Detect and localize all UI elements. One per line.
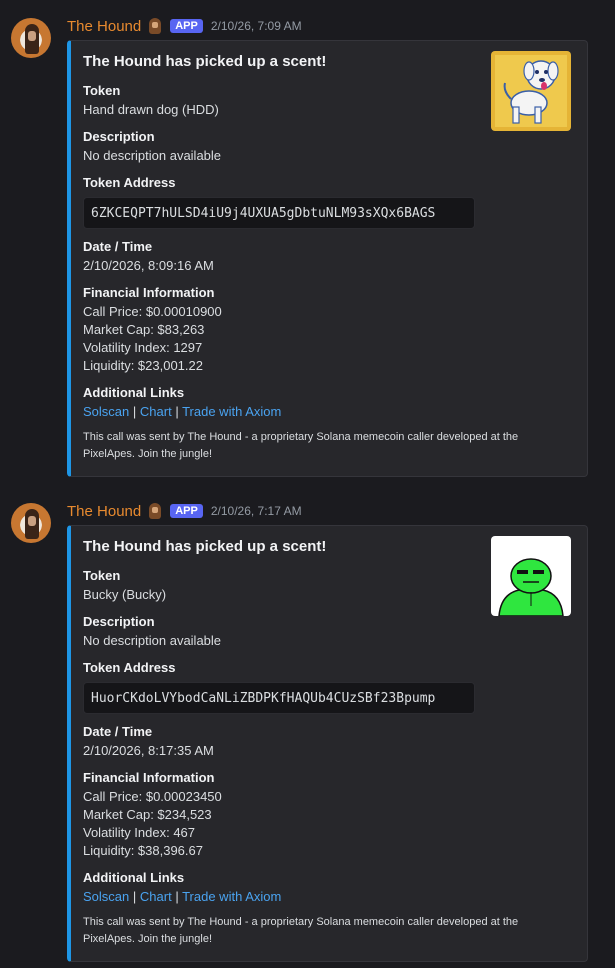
link-separator: |: [175, 404, 179, 419]
embed-footer: This call was sent by The Hound - a prop…: [83, 431, 519, 460]
links-row: Solscan | Chart | Trade with Axiom: [83, 404, 281, 419]
username[interactable]: The Hound: [67, 503, 141, 520]
trade-axiom-link[interactable]: Trade with Axiom: [182, 889, 281, 904]
embed-title: The Hound has picked up a scent!: [83, 538, 327, 555]
avatar[interactable]: [11, 18, 51, 58]
message-header: The Hound APP 2/10/26, 7:09 AM: [67, 15, 302, 37]
timestamp[interactable]: 2/10/26, 7:09 AM: [211, 19, 302, 33]
ape-emoji-icon: [146, 502, 164, 520]
link-separator: |: [132, 404, 137, 419]
dog-drawing-thumbnail[interactable]: [491, 51, 571, 131]
field-address-label: Token Address: [83, 175, 176, 190]
field-financial-label: Financial Information: [83, 770, 215, 785]
token-address-code[interactable]: 6ZKCEQPT7hULSD4iU9j4UXUA5gDbtuNLM93sXQx6…: [83, 197, 475, 229]
chart-link[interactable]: Chart: [140, 404, 172, 419]
field-date-value: 2/10/2026, 8:17:35 AM: [83, 743, 214, 758]
link-separator: |: [175, 889, 179, 904]
embed-card: The Hound has picked up a scent! Token B…: [67, 525, 588, 962]
field-description-value: No description available: [83, 148, 222, 163]
chart-link[interactable]: Chart: [140, 889, 172, 904]
trade-axiom-link[interactable]: Trade with Axiom: [182, 404, 281, 419]
app-badge: APP: [170, 504, 203, 518]
links-row: Solscan | Chart | Trade with Axiom: [83, 889, 281, 904]
link-separator: |: [132, 889, 137, 904]
timestamp[interactable]: 2/10/26, 7:17 AM: [211, 504, 302, 518]
embed-footer: This call was sent by The Hound - a prop…: [83, 916, 519, 945]
field-links-label: Additional Links: [83, 385, 185, 400]
volatility-index: Volatility Index: 1297: [83, 340, 203, 355]
field-description-label: Description: [83, 614, 155, 629]
username[interactable]: The Hound: [67, 18, 141, 35]
green-frog-thumbnail[interactable]: [491, 536, 571, 616]
avatar[interactable]: [11, 503, 51, 543]
ape-emoji-icon: [146, 17, 164, 35]
embed-title: The Hound has picked up a scent!: [83, 53, 327, 70]
field-date-label: Date / Time: [83, 724, 153, 739]
call-price: Call Price: $0.00010900: [83, 304, 222, 319]
app-badge: APP: [170, 19, 203, 33]
solscan-link[interactable]: Solscan: [83, 889, 129, 904]
field-token-label: Token: [83, 83, 121, 98]
field-date-value: 2/10/2026, 8:09:16 AM: [83, 258, 214, 273]
field-token-value: Hand drawn dog (HDD): [83, 102, 219, 117]
token-address-code[interactable]: HuorCKdoLVYbodCaNLiZBDPKfHAQUb4CUzSBf23B…: [83, 682, 475, 714]
embed-card: The Hound has picked up a scent! Token H…: [67, 40, 588, 477]
message-header: The Hound APP 2/10/26, 7:17 AM: [67, 500, 302, 522]
call-price: Call Price: $0.00023450: [83, 789, 222, 804]
solscan-link[interactable]: Solscan: [83, 404, 129, 419]
field-links-label: Additional Links: [83, 870, 185, 885]
field-financial-label: Financial Information: [83, 285, 215, 300]
liquidity: Liquidity: $23,001.22: [83, 358, 203, 373]
volatility-index: Volatility Index: 467: [83, 825, 196, 840]
market-cap: Market Cap: $83,263: [83, 322, 205, 337]
field-description-value: No description available: [83, 633, 222, 648]
field-token-value: Bucky (Bucky): [83, 587, 167, 602]
market-cap: Market Cap: $234,523: [83, 807, 212, 822]
field-address-label: Token Address: [83, 660, 176, 675]
field-date-label: Date / Time: [83, 239, 153, 254]
liquidity: Liquidity: $38,396.67: [83, 843, 203, 858]
field-description-label: Description: [83, 129, 155, 144]
field-token-label: Token: [83, 568, 121, 583]
